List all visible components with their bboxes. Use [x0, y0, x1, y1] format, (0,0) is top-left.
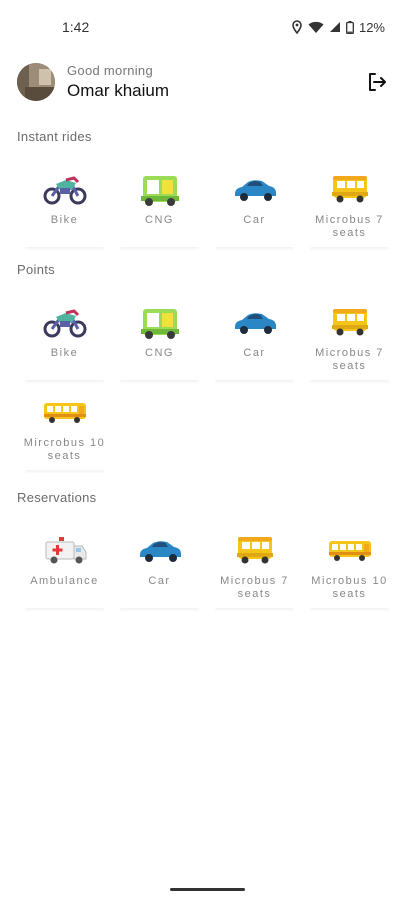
- tile-label: Bike: [50, 347, 79, 359]
- bus-icon: [327, 533, 373, 567]
- section-title-instant: Instant rides: [17, 129, 92, 144]
- motorbike-icon: [42, 305, 88, 339]
- instant-rides-grid: Bike CNG Car Microbus 7 seats: [17, 164, 397, 252]
- logout-icon: [369, 73, 386, 91]
- instant-car-tile[interactable]: Car: [207, 164, 302, 252]
- home-indicator[interactable]: [170, 888, 245, 891]
- tile-label: Microbus 7 seats: [220, 575, 289, 600]
- logout-button[interactable]: [365, 70, 389, 94]
- wifi-icon: [308, 21, 324, 33]
- reserve-microbus-7-tile[interactable]: Microbus 7 seats: [207, 525, 302, 613]
- greeting-block: Good morning Omar khaium: [67, 63, 169, 101]
- ambulance-icon: [42, 533, 88, 567]
- microbus-icon: [327, 305, 373, 339]
- user-name: Omar khaium: [67, 81, 170, 100]
- greeting-text: Good morning: [67, 63, 153, 78]
- motorbike-icon: [42, 172, 88, 206]
- car-icon: [232, 305, 278, 339]
- tile-label: Ambulance: [30, 575, 99, 587]
- tile-label: CNG: [145, 347, 174, 359]
- signal-icon: [329, 22, 340, 32]
- status-bar: 1:42 12%: [0, 0, 415, 54]
- cng-icon: [137, 172, 183, 206]
- location-icon: [292, 20, 302, 34]
- tile-label: CNG: [145, 214, 174, 226]
- microbus-icon: [232, 533, 278, 567]
- header: Good morning Omar khaium: [17, 60, 397, 104]
- tile-label: Microbus 7 seats: [315, 347, 384, 372]
- points-microbus-10-tile[interactable]: Mircrobus 10 seats: [17, 387, 112, 475]
- section-title-reservations: Reservations: [17, 490, 97, 505]
- points-grid: Bike CNG Car Microbus 7 seats Mircrobus …: [17, 297, 397, 475]
- instant-cng-tile[interactable]: CNG: [112, 164, 207, 252]
- points-microbus-7-tile[interactable]: Microbus 7 seats: [302, 297, 397, 385]
- app-screen: 1:42 12% Good morning Omar khaium Instan…: [0, 0, 415, 900]
- tile-label: Car: [148, 575, 171, 587]
- reservations-grid: Ambulance Car Microbus 7 seats Microbus …: [17, 525, 397, 613]
- car-icon: [232, 172, 278, 206]
- car-icon: [137, 533, 183, 567]
- tile-label: Bike: [50, 214, 79, 226]
- microbus-icon: [327, 172, 373, 206]
- points-bike-tile[interactable]: Bike: [17, 297, 112, 385]
- status-icons: 12%: [291, 20, 385, 35]
- tile-label: Mircrobus 10 seats: [23, 437, 106, 462]
- tile-label: Car: [243, 347, 266, 359]
- tile-label: Car: [243, 214, 266, 226]
- tile-label: Microbus 7 seats: [315, 214, 384, 239]
- reserve-ambulance-tile[interactable]: Ambulance: [17, 525, 112, 613]
- reserve-car-tile[interactable]: Car: [112, 525, 207, 613]
- points-cng-tile[interactable]: CNG: [112, 297, 207, 385]
- section-title-points: Points: [17, 262, 55, 277]
- battery-icon: [346, 20, 354, 34]
- instant-bike-tile[interactable]: Bike: [17, 164, 112, 252]
- status-time: 1:42: [62, 19, 90, 35]
- avatar[interactable]: [17, 63, 55, 101]
- cng-icon: [137, 305, 183, 339]
- reserve-microbus-10-tile[interactable]: Microbus 10 seats: [302, 525, 397, 613]
- instant-microbus-7-tile[interactable]: Microbus 7 seats: [302, 164, 397, 252]
- battery-level: 12%: [358, 19, 385, 35]
- tile-label: Microbus 10 seats: [311, 575, 388, 600]
- points-car-tile[interactable]: Car: [207, 297, 302, 385]
- bus-icon: [42, 395, 88, 429]
